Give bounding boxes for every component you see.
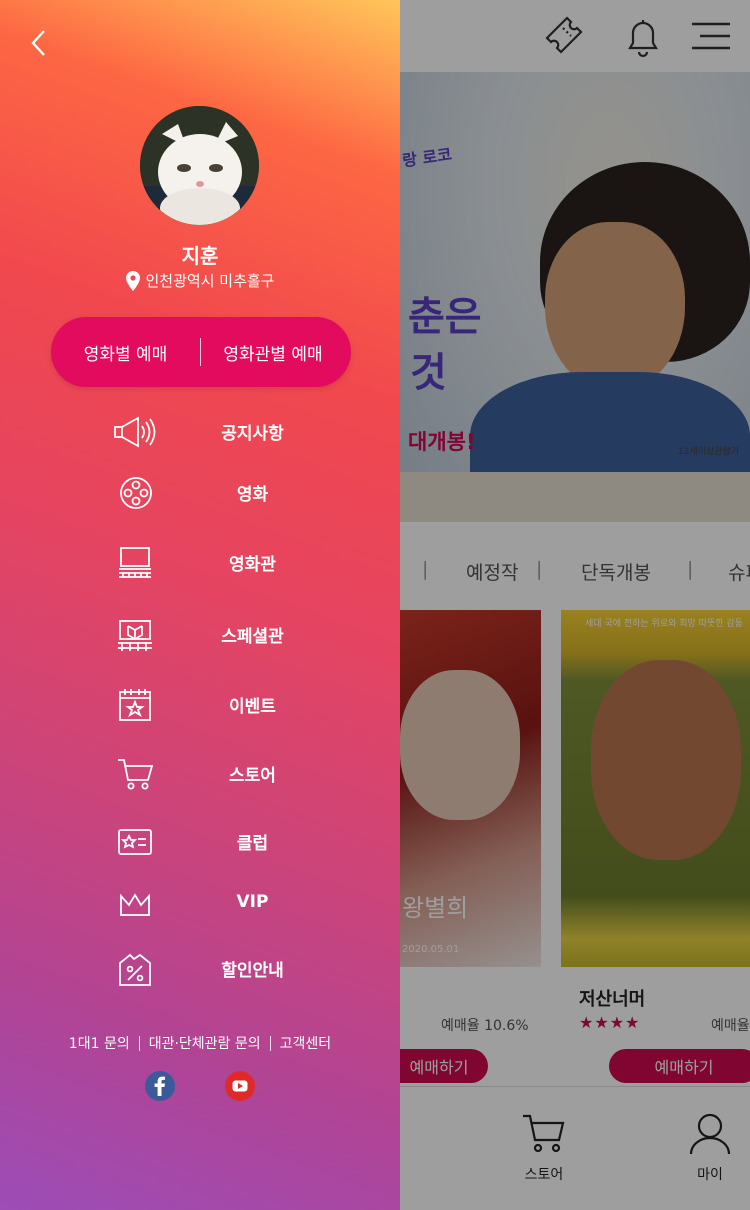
menu-label: 이벤트: [229, 697, 276, 717]
facebook-icon[interactable]: [145, 1071, 175, 1101]
megaphone-icon: [112, 414, 158, 450]
user-location-text: 인천광역시 미추홀구: [145, 272, 275, 290]
menu-item-store[interactable]: 스토어: [0, 751, 400, 797]
back-arrow-icon[interactable]: [28, 28, 50, 58]
customer-center-link[interactable]: 고객센터: [280, 1033, 332, 1053]
book-by-theater-button[interactable]: 영화관별 예매: [201, 317, 345, 387]
user-location: 인천광역시 미추홀구: [0, 270, 400, 291]
booking-pill: 영화별 예매 영화관별 예매: [51, 317, 351, 387]
film-reel-icon: [112, 475, 158, 511]
crown-icon: [112, 887, 158, 923]
discount-tag-icon: [112, 951, 158, 987]
menu-item-movie[interactable]: 영화: [0, 470, 400, 516]
membership-card-icon: [112, 824, 158, 860]
location-pin-icon: [125, 270, 140, 291]
menu-item-theater[interactable]: 영화관: [0, 540, 400, 586]
menu-item-club[interactable]: 클럽: [0, 819, 400, 865]
group-rental-inquiry-link[interactable]: 대관·단체관람 문의: [149, 1033, 261, 1053]
menu-item-special-theater[interactable]: 스페셜관: [0, 612, 400, 658]
menu-item-discount[interactable]: 할인안내: [0, 946, 400, 992]
menu-item-vip[interactable]: VIP: [0, 882, 400, 928]
cart-icon: [112, 756, 158, 792]
youtube-icon[interactable]: [225, 1071, 255, 1101]
menu-label: 영화관: [229, 555, 276, 575]
theater-screen-icon: [112, 545, 158, 581]
menu-label: 스토어: [229, 766, 276, 786]
special-theater-icon: [112, 617, 158, 653]
event-calendar-icon: [112, 687, 158, 723]
link-separator: [138, 1035, 140, 1051]
one-on-one-inquiry-link[interactable]: 1대1 문의: [69, 1033, 130, 1053]
link-separator: [269, 1035, 271, 1051]
menu-label: 영화: [236, 485, 269, 505]
menu-label: 공지사항: [221, 424, 284, 444]
menu-label: 클럽: [236, 834, 269, 854]
drawer-footer-links: 1대1 문의 대관·단체관람 문의 고객센터: [0, 1033, 400, 1053]
menu-item-notice[interactable]: 공지사항: [0, 409, 400, 455]
avatar[interactable]: [140, 106, 259, 225]
side-drawer: 지훈 인천광역시 미추홀구 영화별 예매 영화관별 예매 공지사항 영화 영화관…: [0, 0, 400, 1210]
menu-label: 할인안내: [221, 961, 284, 981]
menu-label: VIP: [236, 892, 269, 912]
menu-label: 스페셜관: [221, 627, 284, 647]
book-by-movie-button[interactable]: 영화별 예매: [51, 317, 200, 387]
menu-item-event[interactable]: 이벤트: [0, 682, 400, 728]
app-root: 랑 로코 춘은 것 대개봉! 12세이상관람가 | 예정작 | 단독개봉 | 슈…: [0, 0, 750, 1210]
user-name: 지훈: [181, 244, 219, 268]
